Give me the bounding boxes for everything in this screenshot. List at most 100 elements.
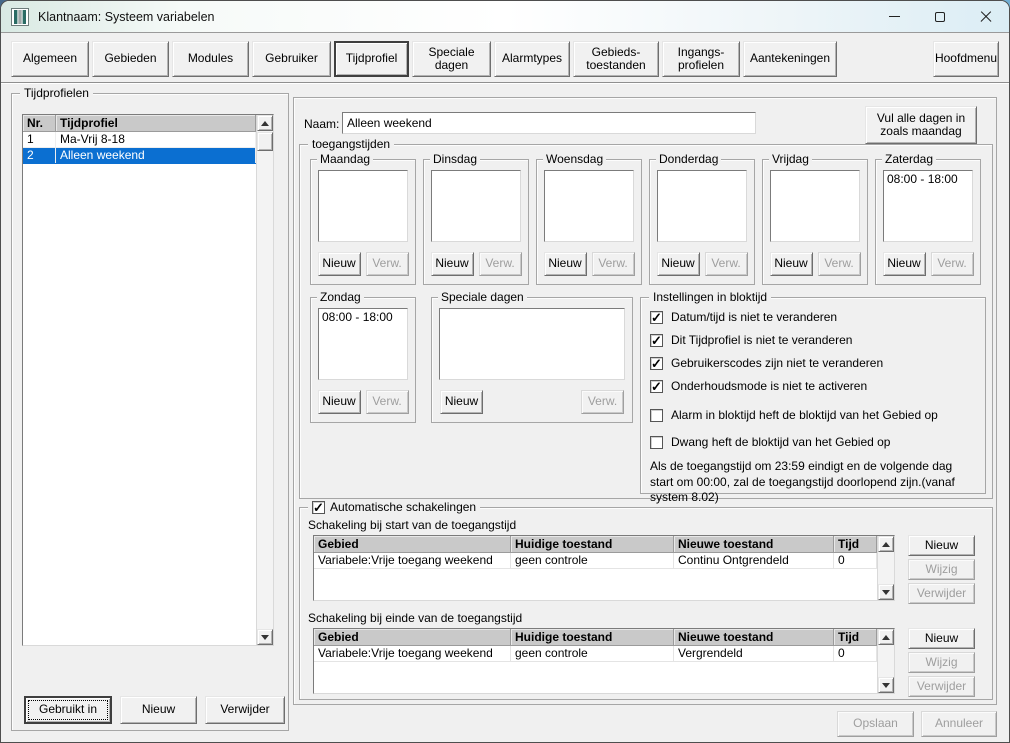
profile-row[interactable]: 2 Alleen weekend [23, 148, 256, 164]
day-new-button[interactable]: Nieuw [883, 252, 926, 276]
option-dwang[interactable]: Dwang heft de bloktijd van het Gebied op [650, 435, 977, 449]
start-new-button[interactable]: Nieuw [908, 535, 975, 556]
profiles-list[interactable]: Nr. Tijdprofiel 1 Ma-Vrij 8-18 2 Alleen … [22, 114, 274, 646]
profiles-scrollbar[interactable] [256, 115, 273, 645]
block-settings-groupbox: Instellingen in bloktijd Datum/tijd is n… [640, 297, 986, 494]
scrollbar-thumb[interactable] [257, 132, 273, 151]
day-times-list[interactable]: 08:00 - 18:00 [883, 170, 973, 242]
delete-profile-button[interactable]: Verwijder [205, 696, 285, 724]
day-remove-button[interactable]: Verw. [592, 252, 635, 276]
day-times-list[interactable] [544, 170, 634, 242]
new-profile-button[interactable]: Nieuw [120, 696, 197, 724]
tab-tijdprofiel[interactable]: Tijdprofiel [334, 41, 409, 77]
option-label: Onderhoudsmode is niet te activeren [671, 379, 867, 393]
daybox-maandag: Maandag Nieuw Verw. [310, 159, 416, 285]
column-nieuwe-toestand[interactable]: Nieuwe toestand [674, 629, 834, 645]
day-remove-button[interactable]: Verw. [366, 252, 409, 276]
special-days-list[interactable] [439, 308, 625, 380]
tab-speciale-dagen[interactable]: Speciale dagen [412, 41, 491, 77]
column-tijd[interactable]: Tijd [834, 629, 877, 645]
day-remove-button[interactable]: Verw. [479, 252, 522, 276]
option-onderhoudsmode[interactable]: Onderhoudsmode is niet te activeren [650, 379, 977, 393]
scroll-down-icon[interactable] [878, 584, 894, 600]
tab-algemeen[interactable]: Algemeen [11, 41, 89, 77]
day-new-button[interactable]: Nieuw [657, 252, 700, 276]
option-tijdprofiel[interactable]: Dit Tijdprofiel is niet te veranderen [650, 333, 977, 347]
tab-alarmtypes[interactable]: Alarmtypes [494, 41, 570, 77]
scroll-up-icon[interactable] [878, 629, 894, 645]
minimize-icon [889, 16, 900, 17]
end-delete-button[interactable]: Verwijder [908, 676, 975, 697]
close-button[interactable] [963, 1, 1009, 32]
used-in-button[interactable]: Gebruikt in [24, 696, 112, 724]
end-table-scrollbar[interactable] [877, 629, 894, 693]
checkbox-icon[interactable] [650, 311, 663, 324]
day-new-button[interactable]: Nieuw [544, 252, 587, 276]
tab-aantekeningen[interactable]: Aantekeningen [743, 41, 837, 77]
day-new-button[interactable]: Nieuw [770, 252, 813, 276]
day-new-button[interactable]: Nieuw [431, 252, 474, 276]
tab-gebieden[interactable]: Gebieden [92, 41, 169, 77]
checkbox-icon[interactable] [650, 380, 663, 393]
column-gebied[interactable]: Gebied [314, 629, 511, 645]
start-delete-button[interactable]: Verwijder [908, 583, 975, 604]
column-tijdprofiel[interactable]: Tijdprofiel [56, 115, 256, 131]
scroll-up-icon[interactable] [878, 536, 894, 552]
day-times-list[interactable] [318, 170, 408, 242]
start-edit-button[interactable]: Wijzig [908, 559, 975, 580]
table-row[interactable]: Variabele:Vrije toegang weekend geen con… [314, 646, 877, 662]
scroll-down-icon[interactable] [257, 629, 273, 645]
day-remove-button[interactable]: Verw. [705, 252, 748, 276]
main-menu-button[interactable]: Hoofdmenu [933, 41, 999, 77]
scroll-up-icon[interactable] [257, 115, 273, 131]
minimize-button[interactable] [871, 1, 917, 32]
day-new-button[interactable]: Nieuw [318, 390, 361, 414]
editor-panel: Naam: Vul alle dagen in zoals maandag to… [293, 97, 997, 705]
auto-switching-checkbox[interactable] [312, 501, 325, 514]
day-times-list[interactable]: 08:00 - 18:00 [318, 308, 408, 380]
fill-all-days-button[interactable]: Vul alle dagen in zoals maandag [865, 106, 977, 144]
day-times-list[interactable] [770, 170, 860, 242]
tab-gebieds-toestanden[interactable]: Gebieds-toestanden [573, 41, 659, 77]
column-huidige-toestand[interactable]: Huidige toestand [511, 629, 674, 645]
checkbox-icon[interactable] [650, 409, 663, 422]
end-edit-button[interactable]: Wijzig [908, 652, 975, 673]
end-new-button[interactable]: Nieuw [908, 628, 975, 649]
scroll-down-icon[interactable] [878, 677, 894, 693]
save-button[interactable]: Opslaan [837, 711, 914, 737]
option-datum-tijd[interactable]: Datum/tijd is niet te veranderen [650, 310, 977, 324]
option-label: Alarm in bloktijd heft de bloktijd van h… [671, 408, 938, 422]
checkbox-icon[interactable] [650, 436, 663, 449]
tab-gebruiker[interactable]: Gebruiker [252, 41, 331, 77]
start-switching-table[interactable]: Gebied Huidige toestand Nieuwe toestand … [313, 535, 895, 601]
column-nr[interactable]: Nr. [23, 115, 56, 131]
name-input[interactable] [342, 112, 756, 134]
checkbox-icon[interactable] [650, 357, 663, 370]
column-gebied[interactable]: Gebied [314, 536, 511, 552]
column-tijd[interactable]: Tijd [834, 536, 877, 552]
option-alarm-bloktijd[interactable]: Alarm in bloktijd heft de bloktijd van h… [650, 408, 977, 422]
profiles-list-header: Nr. Tijdprofiel [23, 115, 256, 132]
start-table-scrollbar[interactable] [877, 536, 894, 600]
day-remove-button[interactable]: Verw. [818, 252, 861, 276]
app-window: Klantnaam: Systeem variabelen Algemeen G… [0, 0, 1010, 743]
day-label: Woensdag [543, 152, 606, 166]
day-remove-button[interactable]: Verw. [366, 390, 409, 414]
cancel-button[interactable]: Annuleer [921, 711, 997, 737]
day-new-button[interactable]: Nieuw [318, 252, 361, 276]
end-switching-table[interactable]: Gebied Huidige toestand Nieuwe toestand … [313, 628, 895, 694]
option-gebruikerscodes[interactable]: Gebruikerscodes zijn niet te veranderen [650, 356, 977, 370]
day-remove-button[interactable]: Verw. [931, 252, 974, 276]
column-nieuwe-toestand[interactable]: Nieuwe toestand [674, 536, 834, 552]
profile-row[interactable]: 1 Ma-Vrij 8-18 [23, 132, 256, 148]
column-huidige-toestand[interactable]: Huidige toestand [511, 536, 674, 552]
tab-modules[interactable]: Modules [172, 41, 249, 77]
checkbox-icon[interactable] [650, 334, 663, 347]
special-remove-button[interactable]: Verw. [581, 390, 624, 414]
tab-ingangs-profielen[interactable]: Ingangs-profielen [662, 41, 740, 77]
day-times-list[interactable] [657, 170, 747, 242]
table-row[interactable]: Variabele:Vrije toegang weekend geen con… [314, 553, 877, 569]
maximize-button[interactable] [917, 1, 963, 32]
special-new-button[interactable]: Nieuw [440, 390, 483, 414]
day-times-list[interactable] [431, 170, 521, 242]
